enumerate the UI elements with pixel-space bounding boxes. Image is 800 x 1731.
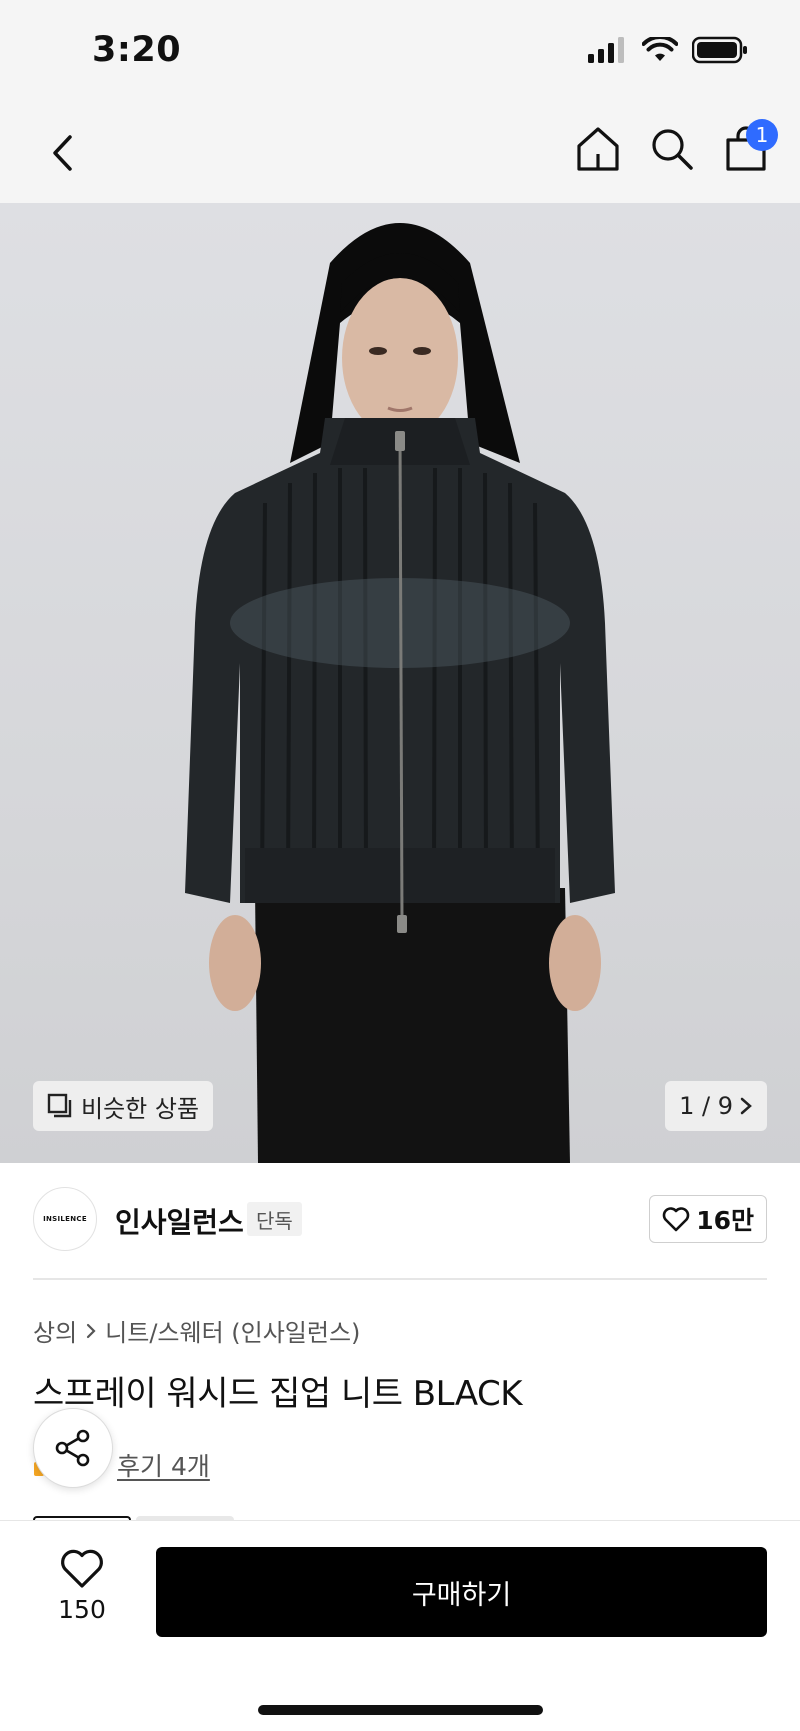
brand-logo[interactable]: INSILENCE: [33, 1187, 97, 1251]
search-button[interactable]: [646, 121, 698, 177]
breadcrumb: 상의 니트/스웨터 (인사일런스): [33, 1313, 360, 1348]
page-counter-text: 1 / 9: [679, 1092, 733, 1120]
brand-row: INSILENCE 인사일런스 단독 16만: [33, 1187, 767, 1251]
bottom-action-bar: 150 구매하기: [0, 1520, 800, 1731]
home-icon: [577, 127, 619, 171]
cart-count-badge: 1: [746, 119, 778, 151]
wishlist-button[interactable]: 150: [42, 1549, 122, 1624]
reviews-link[interactable]: 후기 4개: [117, 1447, 210, 1483]
status-bar: 3:20: [0, 0, 800, 103]
divider: [33, 1278, 767, 1280]
brand-like-button[interactable]: 16만: [649, 1195, 767, 1243]
brand-logo-text: INSILENCE: [43, 1215, 87, 1223]
status-icons: [588, 36, 748, 64]
cellular-signal-icon: [588, 37, 624, 63]
image-page-counter[interactable]: 1 / 9: [665, 1081, 767, 1131]
cart-button[interactable]: 1: [720, 119, 778, 177]
chevron-left-icon: [53, 135, 72, 171]
similar-products-button[interactable]: 비슷한 상품: [33, 1081, 214, 1131]
wishlist-count: 150: [58, 1595, 106, 1624]
wifi-icon: [642, 37, 678, 61]
brand-name[interactable]: 인사일런스: [115, 1201, 244, 1241]
copy-icon: [47, 1093, 72, 1118]
share-icon: [55, 1429, 90, 1467]
breadcrumb-subcategory[interactable]: 니트/스웨터 (인사일런스): [105, 1313, 360, 1348]
product-photo: [185, 223, 615, 1163]
product-title: 스프레이 워시드 집업 니트 BLACK: [33, 1374, 523, 1414]
exclusive-badge: 단독: [247, 1202, 302, 1236]
home-indicator: [258, 1705, 543, 1715]
product-image[interactable]: 비슷한 상품 1 / 9: [0, 203, 800, 1163]
similar-products-label: 비슷한 상품: [81, 1094, 200, 1123]
back-button[interactable]: [40, 127, 84, 179]
buy-button[interactable]: 구매하기: [156, 1547, 767, 1637]
chevron-right-icon: [87, 1323, 96, 1338]
home-button[interactable]: [572, 121, 624, 177]
heart-icon: [662, 1207, 690, 1232]
nav-bar: 1: [0, 103, 800, 203]
breadcrumb-category[interactable]: 상의: [33, 1313, 77, 1348]
heart-icon: [61, 1549, 103, 1588]
brand-like-count: 16만: [696, 1206, 754, 1235]
chevron-right-icon: [740, 1097, 752, 1115]
nav-actions: 1: [572, 119, 778, 177]
search-icon: [652, 129, 693, 170]
status-time: 3:20: [92, 30, 182, 70]
battery-icon: [692, 36, 747, 64]
share-button[interactable]: [33, 1408, 113, 1488]
